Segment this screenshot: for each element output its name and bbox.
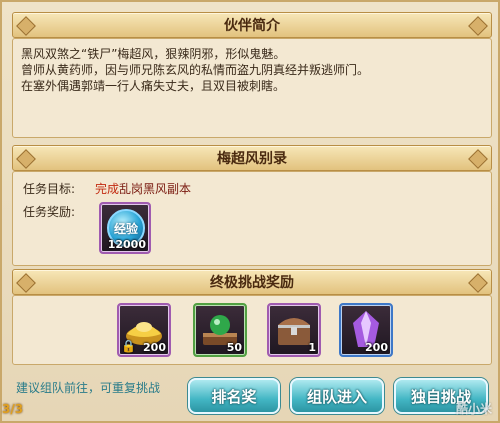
section-header-side-story: 梅超风别录 xyxy=(12,145,492,171)
lock-icon: 🔒 xyxy=(121,339,136,353)
intro-line: 曾师从黄药师，因与师兄陈玄风的私情而盗九阴真经并叛逃师门。 xyxy=(21,63,370,77)
side-story-panel: 任务目标: 完成乱岗黑风副本 任务奖励: 经验 12000 xyxy=(12,171,492,266)
reward-count: 200 xyxy=(365,341,388,354)
section-title: 伙伴简介 xyxy=(224,18,280,34)
footer-hint: 建议组队前往，可重复挑战 xyxy=(16,381,161,395)
reward-item-gold-ingot[interactable]: 🔒 200 xyxy=(117,303,171,357)
ultimate-reward-panel: 🔒 200 50 1 200 xyxy=(12,295,492,365)
task-goal-name: 乱岗黑风副本 xyxy=(119,182,192,196)
reward-count: 200 xyxy=(143,341,166,354)
intro-line: 黑风双煞之“铁尸”梅超风，狠辣阴邪，形似鬼魅。 xyxy=(21,47,286,61)
task-goal-value: 完成乱岗黑风副本 xyxy=(95,180,191,197)
section-header-ultimate-challenge: 终极挑战奖励 xyxy=(12,269,492,295)
reward-item-treasure-chest[interactable]: 1 xyxy=(267,303,321,357)
intro-line: 在塞外偶遇郭靖一行人痛失丈夫，且双目被刺瞎。 xyxy=(21,79,286,93)
ranking-reward-button[interactable]: 排名奖 xyxy=(188,378,280,414)
partner-window: 伙伴简介 黑风双煞之“铁尸”梅超风，狠辣阴邪，形似鬼魅。 曾师从黄药师，因与师兄… xyxy=(0,0,500,423)
reward-count: 12000 xyxy=(107,238,146,251)
section-header-partner-intro: 伙伴简介 xyxy=(12,12,492,38)
reward-item-purple-crystal[interactable]: 200 xyxy=(339,303,393,357)
partner-intro-panel: 黑风双煞之“铁尸”梅超风，狠辣阴邪，形似鬼魅。 曾师从黄药师，因与师兄陈玄风的私… xyxy=(12,38,492,138)
task-reward-label: 任务奖励: xyxy=(23,205,76,219)
reward-item-exp[interactable]: 经验 12000 xyxy=(99,202,151,254)
reward-count: 50 xyxy=(226,341,242,354)
section-title: 梅超风别录 xyxy=(217,151,287,167)
team-enter-button[interactable]: 组队进入 xyxy=(290,378,384,414)
watermark: 酷小米 xyxy=(455,402,492,416)
section-title: 终极挑战奖励 xyxy=(210,275,294,291)
reward-count: 1 xyxy=(308,341,316,354)
task-goal-status: 完成 xyxy=(95,182,120,196)
task-goal-label: 任务目标: xyxy=(23,182,76,196)
reward-item-jade-orb[interactable]: 50 xyxy=(193,303,247,357)
challenge-progress: 3/3 xyxy=(2,402,24,416)
